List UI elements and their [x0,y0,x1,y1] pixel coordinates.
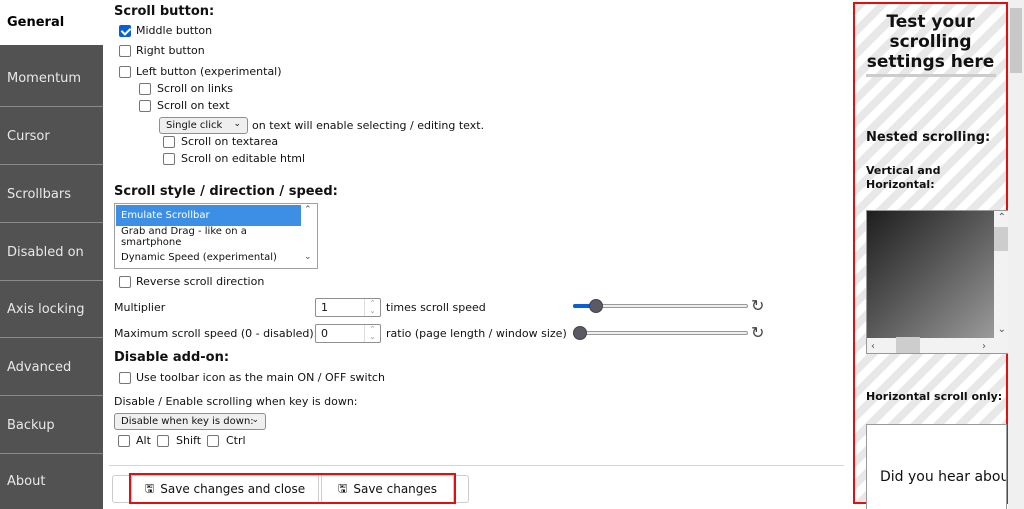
settings-panel: Scroll button: Middle button Right butto… [103,0,848,509]
floppy-disk-icon: 🖫 [144,481,155,495]
test-panel-title: Test your scrolling settings here [866,12,995,72]
spinner-icon[interactable]: ⌃ ⌄ [364,325,380,342]
right-button-checkbox[interactable] [119,45,131,57]
scroll-style-option[interactable]: Grab and Drag - like on a smartphone [116,226,301,248]
click-mode-description: on text will enable selecting / editing … [252,119,485,132]
scroll-on-textarea-label: Scroll on textarea [181,135,279,148]
chevron-up-icon[interactable]: ⌃ [998,212,1006,223]
sidebar: General Momentum Cursor Scrollbars Disab… [0,0,103,509]
page-scrollbar-thumb[interactable] [1010,8,1022,73]
scroll-style-listbox[interactable]: Emulate Scrollbar Grab and Drag - like o… [114,203,318,269]
chevron-up-icon[interactable]: ⌃ [304,205,312,215]
nav-scrollbars[interactable]: Scrollbars [0,166,103,223]
gradient-content [867,211,994,338]
horizontal-scrollbar-thumb[interactable] [896,337,920,353]
slider-thumb[interactable] [589,299,603,313]
scroll-style-heading: Scroll style / direction / speed: [114,184,338,199]
save-and-close-label: Save changes and close [160,482,306,496]
multiplier-label: Multiplier [114,301,166,314]
horizontal-scroll-box[interactable]: Did you hear about [866,424,1007,509]
alt-key-label: Alt [136,434,151,447]
nav-axis-locking[interactable]: Axis locking [0,281,103,338]
shift-key-checkbox[interactable] [157,435,169,447]
nav-cursor[interactable]: Cursor [0,108,103,165]
chevron-down-icon[interactable]: ⌄ [304,252,312,262]
slider-track [573,331,748,335]
nav-disabled-on[interactable]: Disabled on [0,224,103,281]
test-scroll-panel[interactable]: Test your scrolling settings here Nested… [853,2,1011,509]
scroll-on-text-label: Scroll on text [157,99,230,112]
listbox-scrollbar[interactable]: ⌃ ⌄ [301,204,317,268]
scroll-button-heading: Scroll button: [114,4,215,19]
horizontal-scroll-text: Did you hear about [880,469,1007,485]
toolbar-switch-label: Use toolbar icon as the main ON / OFF sw… [136,371,385,384]
click-mode-select[interactable]: Single click ⌄ [159,117,248,134]
chevron-down-icon: ⌄ [233,119,241,129]
max-speed-label: Maximum scroll speed (0 - disabled): [114,327,318,340]
scroll-style-option[interactable]: Dynamic Speed (experimental) [116,247,301,268]
nav-advanced[interactable]: Advanced [0,339,103,396]
nav-general[interactable]: General [0,0,103,45]
vertical-horizontal-heading: Vertical and Horizontal: [866,164,941,191]
spinner-icon[interactable]: ⌃ ⌄ [364,299,380,316]
save-button[interactable]: 🖫 Save changes [321,475,454,503]
max-speed-value: 0 [321,327,328,340]
multiplier-slider[interactable] [573,298,748,314]
left-button-checkbox[interactable] [119,66,131,78]
nav-momentum[interactable]: Momentum [0,50,103,107]
toolbar-switch-checkbox[interactable] [119,372,131,384]
multiplier-suffix: times scroll speed [386,301,486,314]
nav-about[interactable]: About [0,454,103,509]
scroll-style-option[interactable]: Emulate Scrollbar [116,205,301,226]
middle-button-label: Middle button [136,24,213,37]
scroll-on-editable-label: Scroll on editable html [181,152,306,165]
save-and-close-button[interactable]: 🖫 Save changes and close [131,475,319,503]
divider [866,74,996,77]
click-mode-value: Single click [166,120,223,131]
multiplier-value: 1 [321,301,328,314]
multiplier-input[interactable]: 1 ⌃ ⌄ [315,298,381,317]
chevron-down-icon: ⌄ [251,415,259,425]
reset-icon[interactable]: ↻ [751,296,764,315]
divider [109,465,844,466]
max-speed-suffix: ratio (page length / window size) [386,327,567,340]
scroll-on-links-checkbox[interactable] [139,83,151,95]
key-mode-label: Disable / Enable scrolling when key is d… [114,395,358,408]
key-mode-value: Disable when key is down: [121,416,254,427]
nested-scrolling-heading: Nested scrolling: [866,130,991,145]
max-speed-input[interactable]: 0 ⌃ ⌄ [315,324,381,343]
ctrl-key-label: Ctrl [226,434,246,447]
alt-key-checkbox[interactable] [118,435,130,447]
max-speed-slider[interactable] [573,325,748,341]
save-label: Save changes [353,482,438,496]
chevron-left-icon[interactable]: ‹ [871,341,875,352]
key-mode-select[interactable]: Disable when key is down: ⌄ [114,413,266,430]
scroll-on-links-label: Scroll on links [157,82,234,95]
chevron-right-icon[interactable]: › [982,341,986,352]
scroll-on-editable-checkbox[interactable] [163,153,175,165]
middle-button-checkbox[interactable] [119,25,131,37]
shift-key-label: Shift [176,434,202,447]
right-button-label: Right button [136,44,205,57]
slider-thumb[interactable] [573,326,587,340]
nested-scroll-box[interactable]: ⌃ ⌄ ‹ › [866,210,1011,354]
reset-icon[interactable]: ↻ [751,323,764,342]
disable-addon-heading: Disable add-on: [114,350,230,365]
scroll-on-text-checkbox[interactable] [139,100,151,112]
floppy-disk-icon: 🖫 [337,481,348,495]
chevron-down-icon[interactable]: ⌄ [998,324,1006,335]
nav-backup[interactable]: Backup [0,397,103,454]
reverse-direction-label: Reverse scroll direction [136,275,265,288]
page-scrollbar[interactable] [1008,0,1024,509]
horizontal-only-heading: Horizontal scroll only: [866,390,1003,403]
ctrl-key-checkbox[interactable] [207,435,219,447]
left-button-label: Left button (experimental) [136,65,282,78]
scroll-on-textarea-checkbox[interactable] [163,136,175,148]
reverse-direction-checkbox[interactable] [119,276,131,288]
